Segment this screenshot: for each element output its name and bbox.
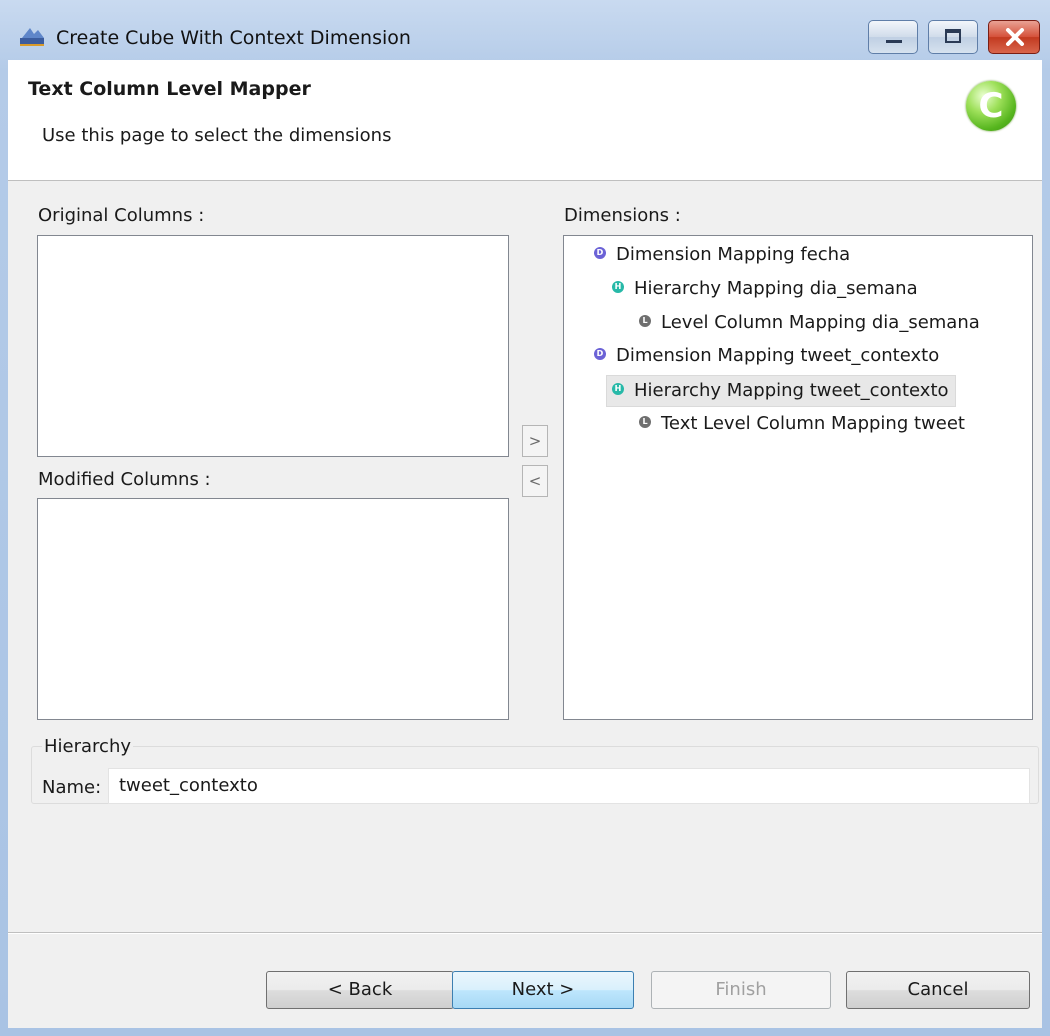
tree-node-label: Text Level Column Mapping tweet	[661, 413, 965, 434]
hierarchy-name-input[interactable]: tweet_contexto	[108, 768, 1030, 804]
original-columns-list[interactable]	[37, 235, 509, 457]
hierarchy-icon: H	[612, 281, 624, 293]
tree-node-label: Hierarchy Mapping tweet_contexto	[634, 380, 949, 401]
page-description: Use this page to select the dimensions	[42, 125, 392, 146]
dimension-icon: D	[594, 348, 606, 360]
logo-letter: C	[978, 86, 1004, 126]
minimize-button[interactable]	[868, 20, 918, 54]
tree-node-dimension-tweet-contexto[interactable]: D Dimension Mapping tweet_contexto	[594, 341, 939, 371]
tree-node-label: Dimension Mapping fecha	[616, 244, 851, 265]
hierarchy-name-label: Name:	[42, 777, 102, 798]
back-button[interactable]: < Back	[266, 971, 454, 1009]
window-frame: Create Cube With Context Dimension Text …	[0, 0, 1050, 1036]
maximize-icon	[945, 29, 961, 43]
next-button[interactable]: Next >	[452, 971, 634, 1009]
original-columns-label: Original Columns :	[38, 205, 205, 226]
level-icon: L	[639, 315, 651, 327]
window-title: Create Cube With Context Dimension	[56, 27, 411, 49]
footer-divider-highlight	[8, 933, 1042, 934]
remove-column-button[interactable]: <	[522, 465, 548, 497]
close-button[interactable]	[988, 20, 1040, 54]
dimension-icon: D	[594, 247, 606, 259]
tree-node-hierarchy-tweet-contexto[interactable]: H Hierarchy Mapping tweet_contexto	[606, 375, 956, 407]
hierarchy-icon: H	[612, 383, 624, 395]
dimensions-tree[interactable]: D Dimension Mapping fecha H Hierarchy Mapp…	[563, 235, 1033, 720]
wizard-header: Text Column Level Mapper Use this page t…	[8, 60, 1042, 181]
maximize-button[interactable]	[928, 20, 978, 54]
modified-columns-list[interactable]	[37, 498, 509, 720]
cancel-button[interactable]: Cancel	[846, 971, 1030, 1009]
tree-node-label: Hierarchy Mapping dia_semana	[634, 278, 918, 299]
minimize-icon	[886, 40, 902, 43]
close-icon	[1006, 28, 1024, 46]
level-icon: L	[639, 416, 651, 428]
hierarchy-group-label: Hierarchy	[42, 736, 134, 757]
dimensions-label: Dimensions :	[564, 205, 681, 226]
add-column-button[interactable]: >	[522, 425, 548, 457]
tree-node-text-level-tweet[interactable]: L Text Level Column Mapping tweet	[639, 409, 965, 439]
wizard-logo-icon: C	[966, 81, 1016, 131]
dialog-client: Text Column Level Mapper Use this page t…	[8, 60, 1042, 1028]
tree-node-dimension-fecha[interactable]: D Dimension Mapping fecha	[594, 240, 850, 270]
app-icon	[20, 28, 44, 46]
page-title: Text Column Level Mapper	[28, 78, 311, 100]
tree-node-hierarchy-dia-semana[interactable]: H Hierarchy Mapping dia_semana	[612, 274, 918, 304]
tree-node-label: Dimension Mapping tweet_contexto	[616, 345, 940, 366]
modified-columns-label: Modified Columns :	[38, 469, 211, 490]
tree-node-level-dia-semana[interactable]: L Level Column Mapping dia_semana	[639, 308, 980, 338]
tree-node-label: Level Column Mapping dia_semana	[661, 312, 980, 333]
finish-button: Finish	[651, 971, 831, 1009]
title-bar[interactable]: Create Cube With Context Dimension	[0, 0, 1050, 60]
